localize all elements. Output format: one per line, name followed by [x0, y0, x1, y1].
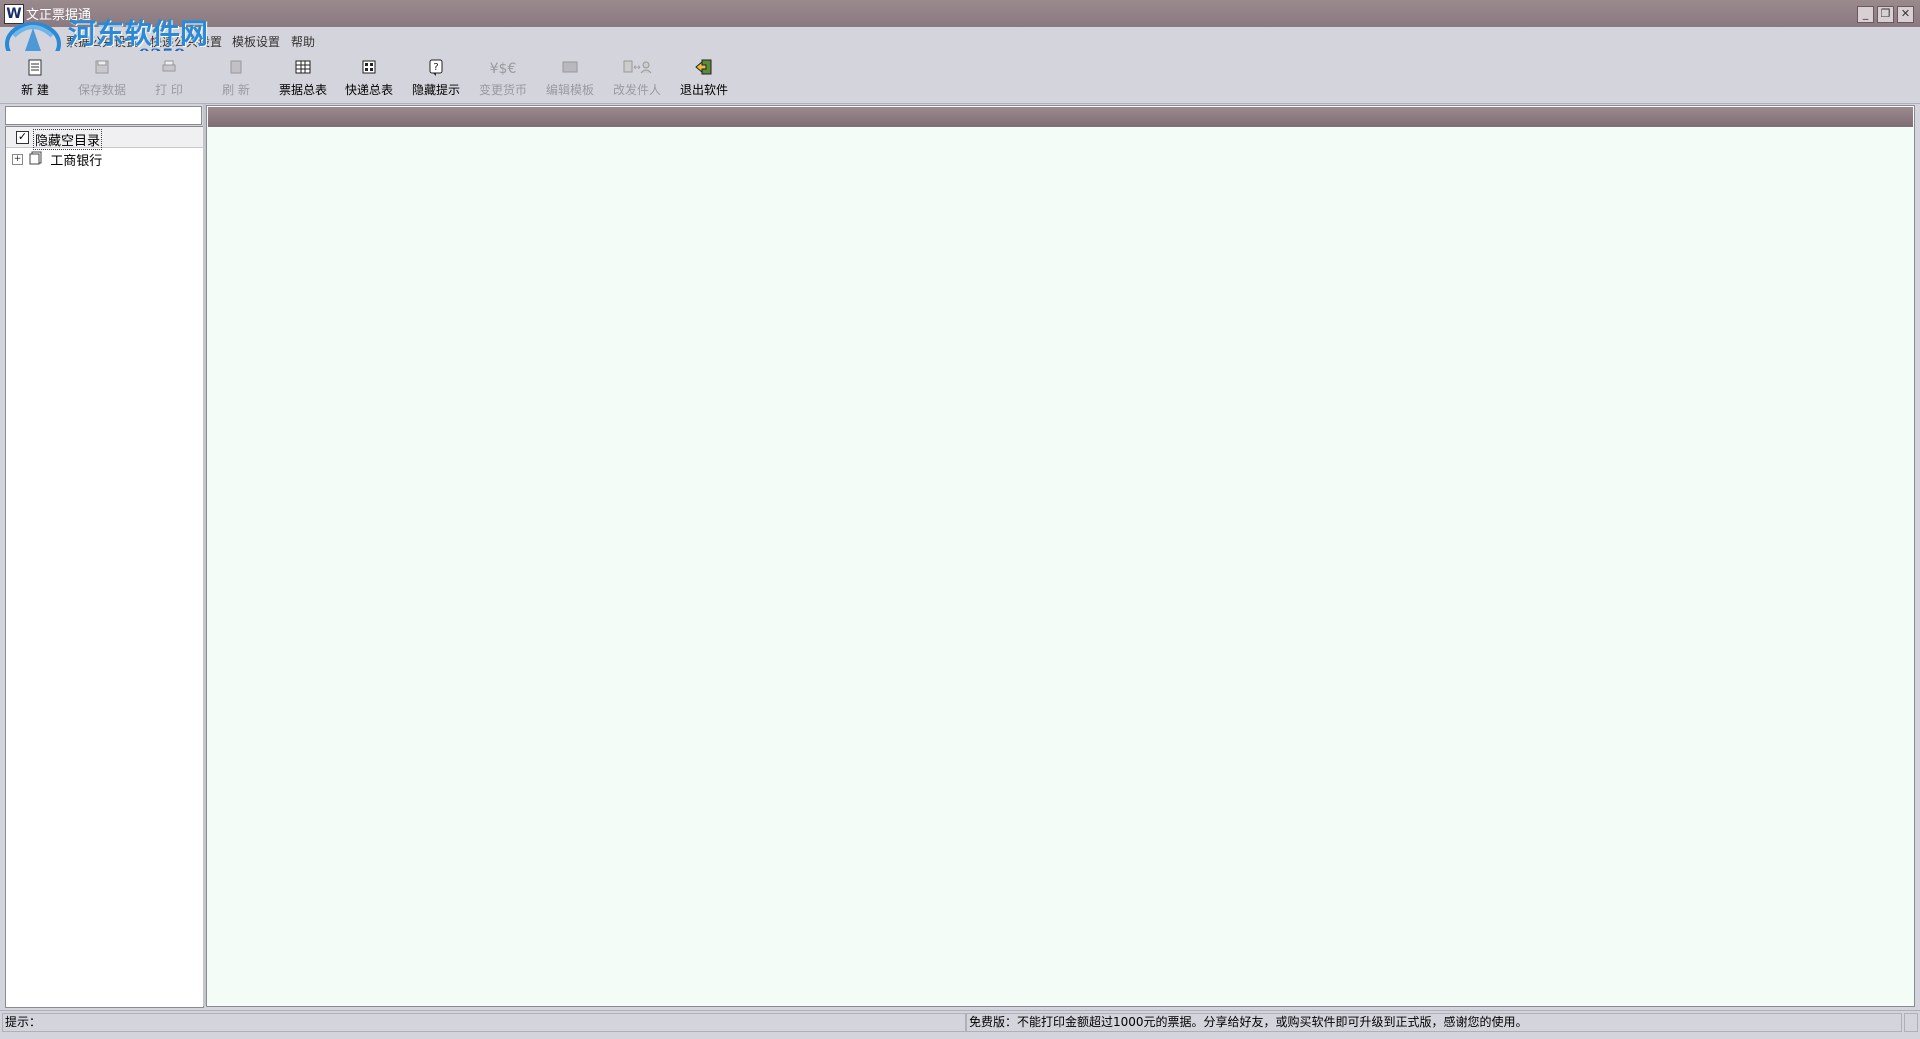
change-currency-label: 变更货币 [478, 83, 527, 97]
restore-button[interactable]: ❐ [1877, 6, 1894, 23]
change-sender-icon: ↔ [622, 59, 652, 79]
toolbar: 新 建 保存数据 打 印 刷 新 票据总表 快递总表 ? 隐藏提示 ¥$€ 变更… [0, 51, 1920, 104]
print-icon [154, 59, 184, 79]
hide-hint-button[interactable]: ? 隐藏提示 [405, 59, 467, 101]
print-button[interactable]: 打 印 [138, 59, 200, 101]
express-table-button[interactable]: 快递总表 [338, 59, 400, 101]
hide-hint-label: 隐藏提示 [411, 83, 460, 97]
refresh-button[interactable]: 刷 新 [205, 59, 267, 101]
change-sender-button[interactable]: ↔ 改发件人 [606, 59, 668, 101]
currency-icon: ¥$€ [489, 61, 517, 77]
exit-label: 退出软件 [679, 83, 728, 97]
directory-tree[interactable]: ✓ 隐藏空目录 + 工商银行 [5, 126, 204, 1008]
main-content-area[interactable] [208, 128, 1913, 1005]
title-bar: W 文正票据通 _ ❐ ✕ [0, 0, 1920, 27]
hide-empty-checkbox[interactable]: ✓ [16, 131, 29, 144]
svg-text:↔: ↔ [633, 63, 641, 73]
new-label: 新 建 [21, 83, 49, 97]
status-message: 免费版：不能打印金额超过1000元的票据。分享给好友，或购买软件即可升级到正式版… [966, 1013, 1902, 1032]
menu-ticket-settings[interactable]: 票据公共设置 [66, 33, 138, 50]
hide-empty-label[interactable]: 隐藏空目录 [33, 129, 103, 150]
express-table-label: 快递总表 [344, 83, 393, 97]
express-table-icon [354, 59, 384, 79]
refresh-label: 刷 新 [222, 83, 250, 97]
exit-icon [689, 59, 719, 79]
status-bar: 提示： 免费版：不能打印金额超过1000元的票据。分享给好友，或购买软件即可升级… [0, 1010, 1920, 1033]
left-pane: ✓ 隐藏空目录 + 工商银行 [3, 104, 204, 1008]
svg-text:?: ? [433, 62, 438, 73]
minimize-button[interactable]: _ [1857, 6, 1874, 23]
edit-template-icon [555, 59, 585, 79]
resize-grip[interactable] [1904, 1013, 1918, 1032]
menu-template-settings[interactable]: 模板设置 [232, 33, 280, 50]
change-sender-label: 改发件人 [612, 83, 661, 97]
search-input[interactable] [5, 106, 202, 125]
folder-icon [29, 151, 43, 168]
new-button[interactable]: 新 建 [4, 59, 66, 101]
table-icon [288, 59, 318, 79]
save-button[interactable]: 保存数据 [71, 59, 133, 101]
change-currency-button[interactable]: ¥$€ 变更货币 [472, 59, 534, 101]
new-file-icon [20, 59, 50, 79]
close-button[interactable]: ✕ [1897, 6, 1914, 23]
tree-node-label: 工商银行 [50, 154, 103, 169]
exit-button[interactable]: 退出软件 [673, 59, 735, 101]
main-header-bar [208, 107, 1913, 127]
ticket-table-button[interactable]: 票据总表 [272, 59, 334, 101]
tree-node-icbc[interactable]: + 工商银行 [12, 150, 103, 169]
menu-help[interactable]: 帮助 [291, 33, 315, 50]
print-label: 打 印 [155, 83, 183, 97]
main-pane [206, 105, 1915, 1007]
expand-icon[interactable]: + [12, 154, 23, 165]
status-hint: 提示： [2, 1013, 966, 1032]
refresh-icon [221, 59, 251, 79]
save-label: 保存数据 [77, 83, 126, 97]
save-icon [87, 59, 117, 79]
menu-bar: 票据公共设置 快递公共设置 模板设置 帮助 [0, 27, 1920, 51]
edit-template-label: 编辑模板 [545, 83, 594, 97]
menu-express-settings[interactable]: 快递公共设置 [150, 33, 222, 50]
window-title: 文正票据通 [26, 8, 92, 23]
hide-empty-row[interactable]: ✓ 隐藏空目录 [6, 127, 203, 150]
ticket-table-label: 票据总表 [278, 83, 327, 97]
app-icon[interactable]: W [4, 4, 24, 24]
edit-template-button[interactable]: 编辑模板 [539, 59, 601, 101]
hint-icon: ? [421, 59, 451, 79]
